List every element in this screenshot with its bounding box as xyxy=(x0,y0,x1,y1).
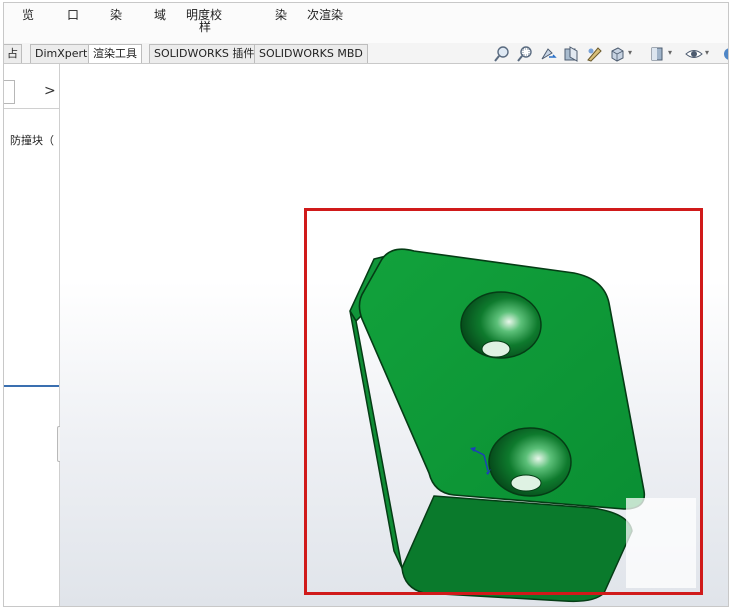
watermark-overlay xyxy=(626,498,696,588)
solidworks-window: 览 口 染 域 明度校 样 染 次渲染 占 DimXpert 渲染工具 SOLI… xyxy=(3,2,729,607)
